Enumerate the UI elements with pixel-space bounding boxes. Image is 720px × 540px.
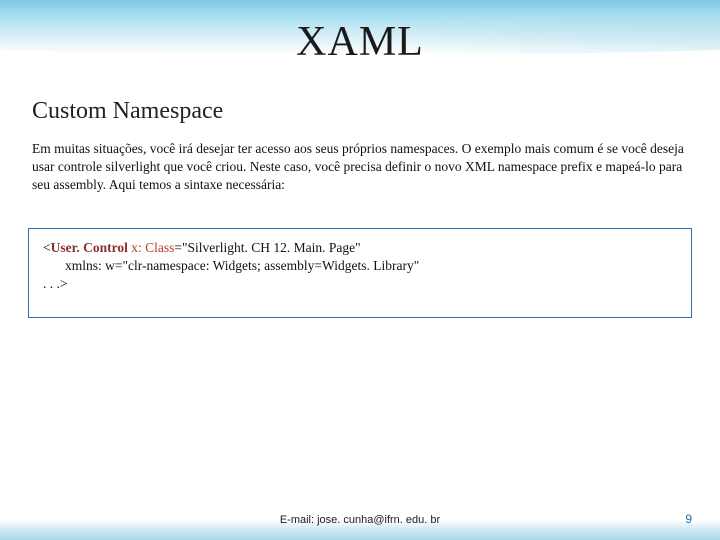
code-block: <User. Control x: Class="Silverlight. CH…: [28, 228, 692, 318]
code-attr1-val: "Silverlight. CH 12. Main. Page": [182, 240, 361, 255]
footer-email: E-mail: jose. cunha@ifrn. edu. br: [0, 514, 720, 526]
slide-title: XAML: [0, 18, 720, 66]
code-line-2: xmlns: w="clr-namespace: Widgets; assemb…: [43, 257, 677, 275]
code-eq1: =: [174, 240, 182, 255]
section-heading: Custom Namespace: [32, 98, 223, 125]
code-line-1: <User. Control x: Class="Silverlight. CH…: [43, 239, 677, 257]
code-attr2-val: "clr-namespace: Widgets; assembly=Widget…: [123, 258, 420, 273]
code-attr1-name: x: Class: [128, 240, 175, 255]
body-paragraph: Em muitas situações, você irá desejar te…: [32, 140, 688, 195]
code-open-bracket: <: [43, 240, 51, 255]
code-element-name: User. Control: [51, 240, 128, 255]
code-line-3: . . .>: [43, 275, 677, 293]
page-number: 9: [685, 512, 692, 526]
code-attr2-name: xmlns: w: [65, 258, 115, 273]
code-eq2: =: [115, 258, 123, 273]
